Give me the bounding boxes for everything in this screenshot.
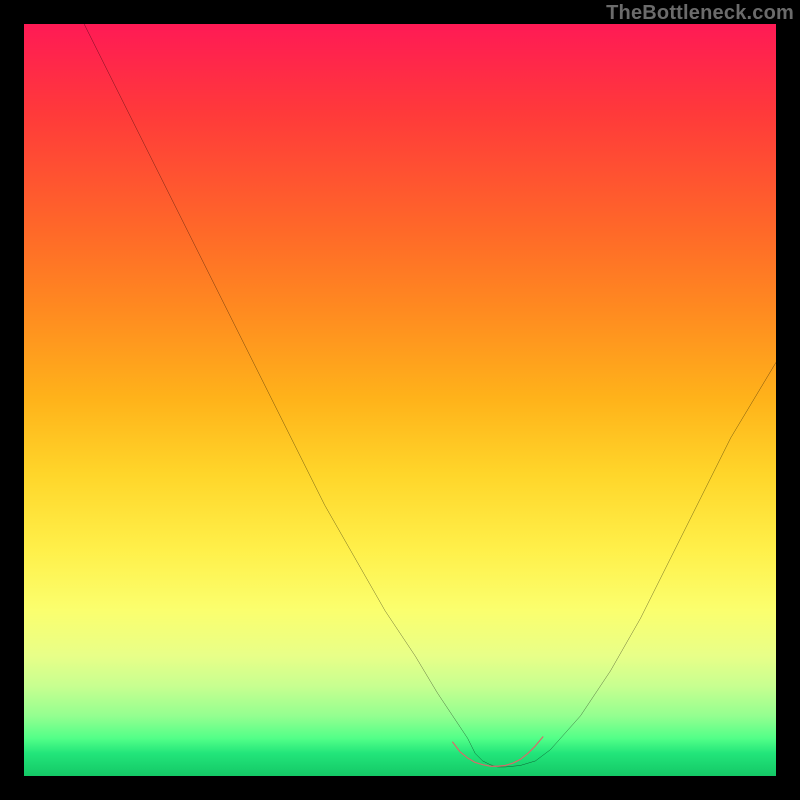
chart-svg <box>24 24 776 776</box>
watermark-label: TheBottleneck.com <box>606 2 794 25</box>
plot-area <box>24 24 776 776</box>
optimal-zone-marker <box>453 737 543 766</box>
bottleneck-curve <box>84 24 776 767</box>
chart-frame <box>24 24 776 776</box>
